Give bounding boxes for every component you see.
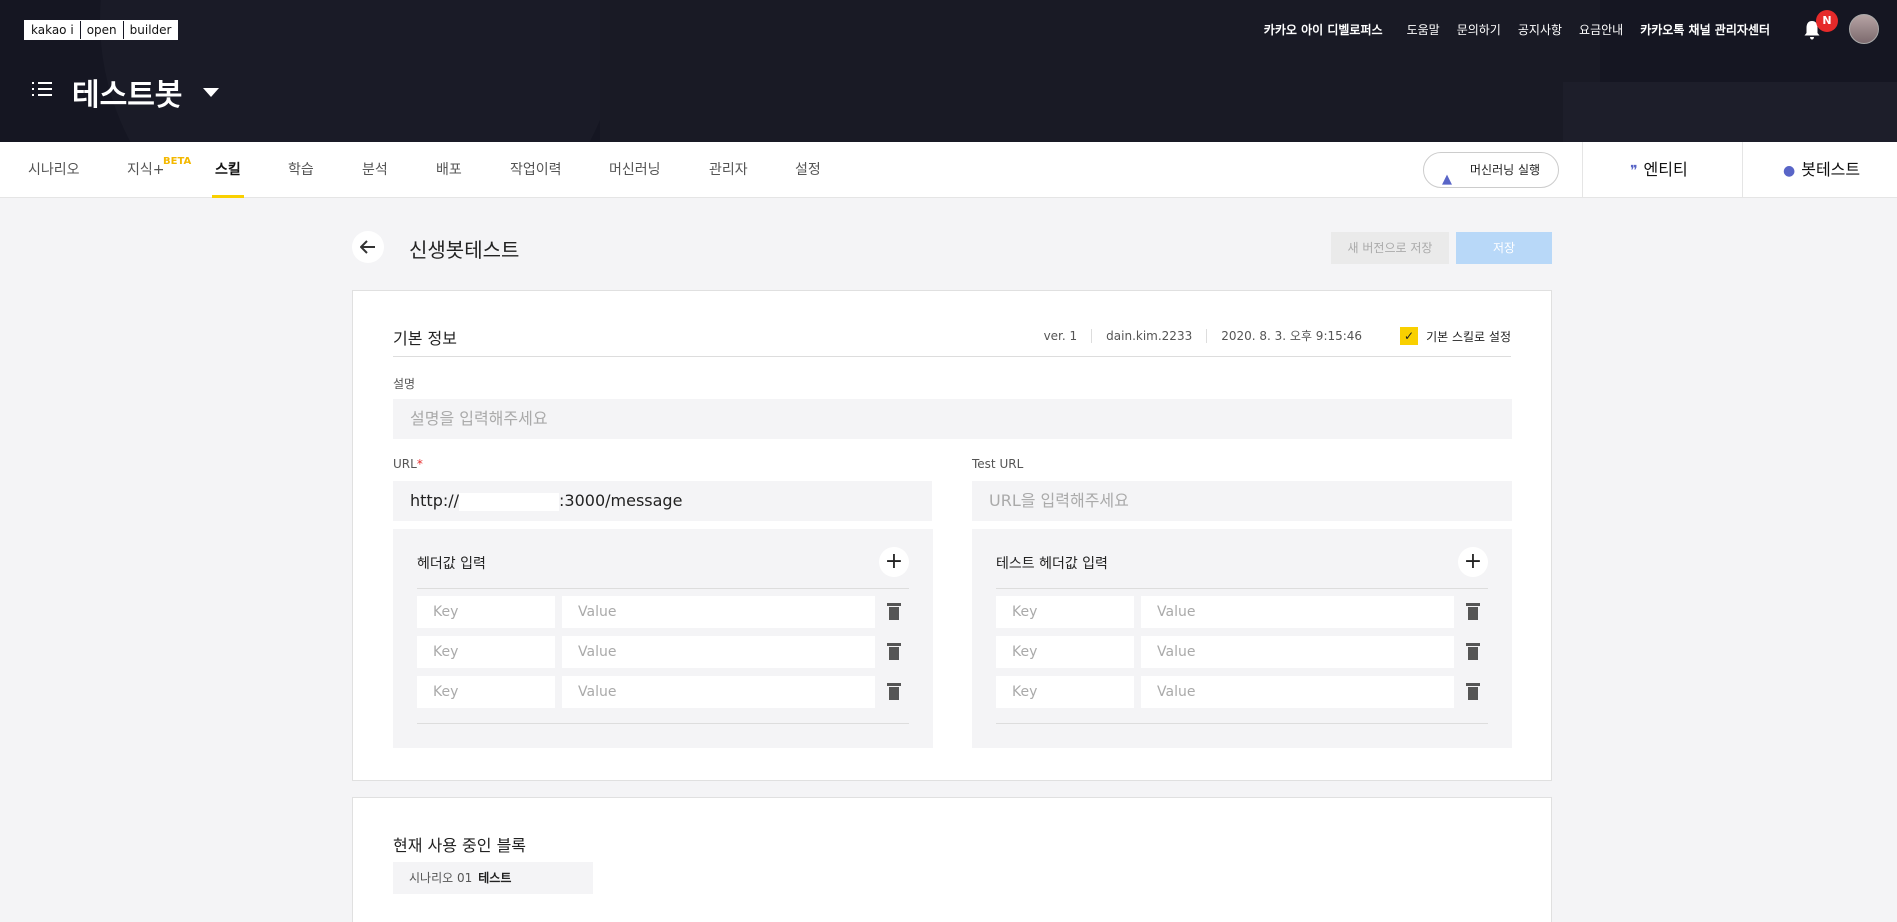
tab-knowledge[interactable]: 지식+ — [127, 142, 165, 198]
chevron-down-icon[interactable] — [203, 88, 219, 97]
url-input[interactable]: http:// :3000/message — [393, 481, 932, 521]
trash-icon[interactable] — [1466, 683, 1480, 700]
blocks-in-use-card: 현재 사용 중인 블록 시나리오 01 테스트 — [352, 797, 1552, 922]
description-label: 설명 — [393, 377, 416, 391]
tab-learning[interactable]: 학습 — [288, 142, 314, 198]
avatar[interactable] — [1849, 14, 1879, 44]
header-input-box: 헤더값 입력 + Key Value Key Value Key Value — [393, 529, 933, 748]
required-mark: * — [416, 457, 423, 471]
nav-pricing[interactable]: 요금안내 — [1579, 21, 1623, 39]
nav-help[interactable]: 도움말 — [1407, 21, 1440, 39]
logo-part: builder — [122, 21, 178, 39]
description-input[interactable]: 설명을 입력해주세요 — [393, 399, 1512, 439]
url-label-text: URL — [393, 457, 417, 471]
basic-info-card: 기본 정보 ver. 1 dain.kim.2233 2020. 8. 3. 오… — [352, 290, 1552, 781]
value-input[interactable]: Value — [562, 636, 875, 668]
trash-icon[interactable] — [887, 603, 901, 620]
url-label: URL* — [393, 457, 423, 471]
value-input[interactable]: Value — [1141, 676, 1454, 708]
default-skill-label[interactable]: 기본 스킬로 설정 — [1426, 328, 1511, 345]
add-header-button[interactable]: + — [879, 547, 909, 577]
logo-part: open — [79, 21, 123, 39]
entity-button[interactable]: ❞ 엔티티 — [1630, 142, 1688, 198]
url-prefix: http:// — [410, 491, 460, 510]
section-title: 현재 사용 중인 블록 — [393, 836, 527, 855]
tab-settings[interactable]: 설정 — [795, 142, 821, 198]
bot-name[interactable]: 테스트봇 — [72, 70, 182, 114]
key-input[interactable]: Key — [996, 636, 1134, 668]
tab-admin[interactable]: 관리자 — [709, 142, 748, 198]
global-nav: 카카오 아이 디벨로퍼스 도움말 문의하기 공지사항 요금안내 카카오톡 채널 … — [1247, 21, 1777, 39]
key-input[interactable]: Key — [996, 596, 1134, 628]
kakao-i-open-builder-logo[interactable]: kakao i open builder — [24, 20, 179, 40]
tab-history[interactable]: 작업이력 — [510, 142, 562, 198]
redacted-host — [459, 492, 560, 511]
key-input[interactable]: Key — [417, 596, 555, 628]
block-name: 테스트 — [478, 871, 512, 885]
trash-icon[interactable] — [1466, 643, 1480, 660]
section-title: 기본 정보 — [393, 329, 457, 348]
key-input[interactable]: Key — [417, 676, 555, 708]
value-input[interactable]: Value — [562, 676, 875, 708]
graduation-cap-icon: ▲ — [1442, 172, 1452, 187]
divider — [996, 723, 1488, 724]
chat-bubble-icon: ● — [1783, 163, 1796, 179]
add-test-header-button[interactable]: + — [1458, 547, 1488, 577]
test-header-input-box: 테스트 헤더값 입력 + Key Value Key Value Key Val… — [972, 529, 1512, 748]
tab-analysis[interactable]: 분석 — [362, 142, 388, 198]
header-decoration — [1563, 82, 1897, 142]
main-tabs: 시나리오 지식+ BETA 스킬 학습 분석 배포 작업이력 머신러닝 관리자 … — [0, 142, 1897, 198]
tab-skill[interactable]: 스킬 — [212, 142, 244, 198]
ml-run-label: 머신러닝 실행 — [1470, 163, 1541, 177]
trash-icon[interactable] — [887, 643, 901, 660]
header-box-title: 헤더값 입력 — [417, 556, 486, 572]
tab-scenario[interactable]: 시나리오 — [28, 142, 80, 198]
tab-machine-learning[interactable]: 머신러닝 — [609, 142, 661, 198]
divider — [417, 588, 909, 589]
trash-icon[interactable] — [1466, 603, 1480, 620]
back-arrow-button[interactable] — [352, 231, 384, 263]
divider — [996, 588, 1488, 589]
url-suffix: :3000/message — [559, 491, 683, 510]
scenario-name: 시나리오 01 — [409, 871, 473, 885]
logo-part: kakao i — [25, 21, 80, 39]
divider — [393, 356, 1511, 357]
menu-list-icon[interactable] — [32, 82, 52, 98]
nav-developers[interactable]: 카카오 아이 디벨로퍼스 — [1264, 21, 1383, 39]
date-text: 2020. 8. 3. 오후 9:15:46 — [1206, 329, 1376, 343]
skill-meta: ver. 1 dain.kim.2233 2020. 8. 3. 오후 9:15… — [1030, 327, 1511, 345]
beta-badge: BETA — [163, 156, 192, 167]
bot-test-label: 봇테스트 — [1801, 160, 1861, 179]
nav-notice[interactable]: 공지사항 — [1518, 21, 1562, 39]
value-input[interactable]: Value — [562, 596, 875, 628]
divider — [1582, 142, 1583, 198]
divider — [417, 723, 909, 724]
bot-test-button[interactable]: ● 봇테스트 — [1783, 142, 1860, 198]
trash-icon[interactable] — [887, 683, 901, 700]
key-input[interactable]: Key — [996, 676, 1134, 708]
test-header-box-title: 테스트 헤더값 입력 — [996, 556, 1108, 572]
quote-icon: ❞ — [1630, 163, 1638, 179]
key-input[interactable]: Key — [417, 636, 555, 668]
entity-label: 엔티티 — [1643, 160, 1688, 179]
save-new-version-button[interactable]: 새 버전으로 저장 — [1331, 232, 1449, 264]
block-chip[interactable]: 시나리오 01 테스트 — [393, 862, 593, 894]
author-text: dain.kim.2233 — [1091, 329, 1206, 343]
nav-inquiry[interactable]: 문의하기 — [1457, 21, 1501, 39]
divider — [1742, 142, 1743, 198]
version-text: ver. 1 — [1043, 329, 1078, 343]
save-button[interactable]: 저장 — [1456, 232, 1552, 264]
default-skill-checkbox[interactable]: ✓ — [1400, 327, 1419, 345]
test-url-label: Test URL — [972, 457, 1024, 471]
top-header: kakao i open builder 카카오 아이 디벨로퍼스 도움말 문의… — [0, 0, 1897, 142]
page-title: 신생봇테스트 — [409, 238, 520, 262]
value-input[interactable]: Value — [1141, 636, 1454, 668]
test-url-input[interactable]: URL을 입력해주세요 — [972, 481, 1512, 521]
notification-badge: N — [1816, 10, 1838, 32]
value-input[interactable]: Value — [1141, 596, 1454, 628]
ml-run-button[interactable]: ▲ 머신러닝 실행 — [1423, 152, 1559, 188]
nav-channel-admin[interactable]: 카카오톡 채널 관리자센터 — [1640, 21, 1770, 39]
tab-deploy[interactable]: 배포 — [436, 142, 462, 198]
